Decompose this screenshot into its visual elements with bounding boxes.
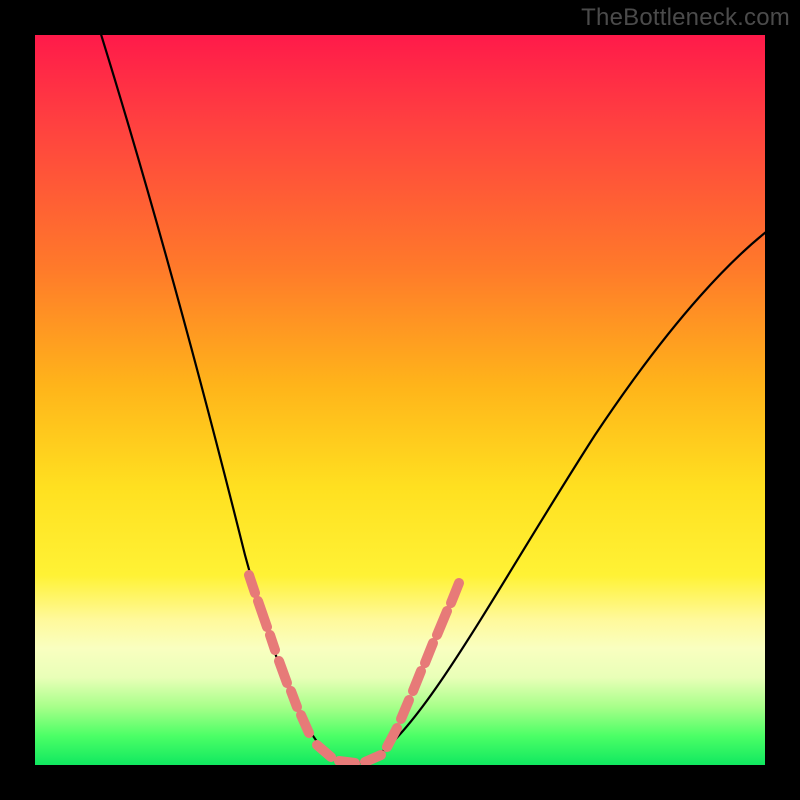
marker <box>451 583 459 603</box>
marker <box>249 575 255 593</box>
marker <box>437 611 447 635</box>
plot-area <box>35 35 765 765</box>
marker <box>301 715 309 733</box>
marker <box>317 745 331 757</box>
watermark-text: TheBottleneck.com <box>581 4 790 32</box>
marker <box>387 728 397 747</box>
marker <box>413 671 421 691</box>
marker <box>339 761 355 763</box>
marker <box>401 700 409 719</box>
marker <box>270 635 275 650</box>
marker <box>258 601 267 627</box>
marker <box>425 643 433 663</box>
marker <box>291 691 297 707</box>
marker-group <box>249 575 459 763</box>
bottleneck-curve <box>35 35 765 765</box>
marker <box>279 661 287 683</box>
marker <box>365 755 381 762</box>
